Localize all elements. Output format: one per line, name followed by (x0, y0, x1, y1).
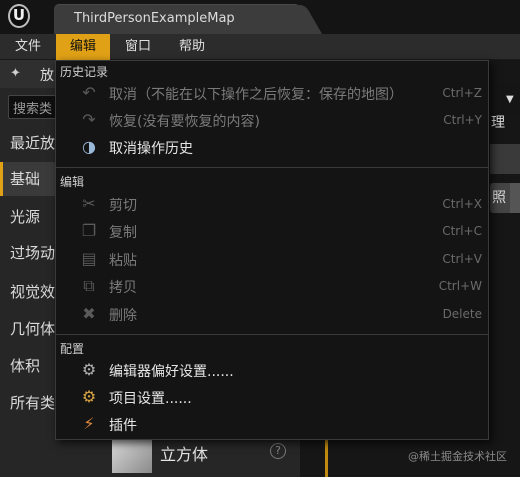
menu-help[interactable]: 帮助 (168, 34, 216, 60)
menu-item-label: 拷贝 (109, 280, 137, 296)
delete-icon: ✖ (82, 304, 96, 323)
divider (56, 334, 488, 335)
divider (56, 167, 488, 168)
menu-item-label: 复制 (109, 225, 137, 241)
watermark: @稀土掘金技术社区 (408, 450, 507, 463)
menu-item-redo[interactable]: ↷ 恢复(没有要恢复的内容) Ctrl+Y (76, 108, 486, 134)
menu-item-label: 删除 (109, 308, 137, 324)
menu-bar: 文件 编辑 窗口 帮助 (0, 34, 520, 60)
toolbar-label: 理 (491, 115, 505, 131)
viewport-button[interactable] (510, 183, 520, 213)
menu-item-label: 编辑器偏好设置...... (109, 364, 234, 380)
menu-item-cut[interactable]: ✂ 剪切 Ctrl+X (76, 192, 486, 218)
menu-item-undo[interactable]: ↶ 取消（不能在以下操作之后恢复：保存的地图） Ctrl+Z (76, 81, 486, 107)
menu-window[interactable]: 窗口 (114, 34, 162, 60)
copy-icon: ❐ (81, 221, 97, 240)
shortcut-label: Ctrl+Y (443, 113, 482, 127)
level-tab-label: ThirdPersonExampleMap (74, 11, 235, 26)
undo-icon: ↶ (82, 83, 96, 102)
menu-item-label: 取消操作历史 (109, 141, 193, 157)
shortcut-label: Ctrl+Z (442, 86, 482, 100)
editor-preferences-icon: ⚙ (81, 360, 97, 379)
menu-item-label: 恢复(没有要恢复的内容) (109, 114, 260, 130)
toolbar-button[interactable] (485, 82, 520, 116)
menu-item-editor-preferences[interactable]: ⚙ 编辑器偏好设置...... (76, 358, 486, 384)
redo-icon: ↷ (82, 110, 96, 129)
section-title-config: 配置 (60, 342, 85, 356)
title-bar: U ThirdPersonExampleMap (0, 0, 520, 34)
menu-item-delete[interactable]: ✖ 删除 Delete (76, 302, 486, 328)
menu-item-label: 项目设置...... (109, 391, 192, 407)
menu-edit[interactable]: 编辑 (56, 34, 110, 60)
unreal-logo-icon[interactable]: U (8, 4, 30, 28)
menu-item-label: 剪切 (109, 198, 137, 214)
menu-item-project-settings[interactable]: ⚙ 项目设置...... (76, 385, 486, 411)
menu-item-label: 粘贴 (109, 253, 137, 269)
menu-item-paste[interactable]: ▤ 粘贴 Ctrl+V (76, 247, 486, 273)
selection-indicator (325, 440, 328, 477)
cube-icon (112, 440, 152, 473)
viewport-tab[interactable] (490, 144, 520, 174)
cut-icon: ✂ (82, 194, 96, 213)
shortcut-label: Ctrl+C (442, 224, 482, 238)
help-icon[interactable]: ? (270, 443, 286, 459)
menu-item-clear-history[interactable]: ◑ 取消操作历史 (76, 135, 486, 161)
level-tab[interactable]: ThirdPersonExampleMap (54, 4, 300, 34)
project-settings-icon: ⚙ (81, 387, 97, 406)
duplicate-icon: ⧉ (83, 276, 95, 295)
shortcut-label: Delete (442, 307, 482, 321)
list-item-label: 立方体 (160, 445, 209, 464)
menu-item-label: 取消（不能在以下操作之后恢复：保存的地图） (109, 87, 403, 103)
menu-item-copy[interactable]: ❐ 复制 Ctrl+C (76, 219, 486, 245)
shortcut-label: Ctrl+X (442, 197, 482, 211)
clear-history-icon: ◑ (82, 137, 96, 156)
paste-icon: ▤ (81, 249, 97, 268)
menu-item-label: 插件 (109, 418, 137, 434)
edit-menu-dropdown: 历史记录 ↶ 取消（不能在以下操作之后恢复：保存的地图） Ctrl+Z ↷ 恢复… (55, 60, 489, 440)
chevron-down-icon: ▼ (506, 94, 514, 105)
menu-item-plugins[interactable]: ⚡ 插件 (76, 412, 486, 438)
menu-item-duplicate[interactable]: ⧉ 拷贝 Ctrl+W (76, 274, 486, 300)
panel-title: 放 (40, 68, 54, 84)
plugins-icon: ⚡ (83, 414, 95, 433)
shortcut-label: Ctrl+V (442, 252, 482, 266)
shortcut-label: Ctrl+W (438, 279, 482, 293)
section-title-history: 历史记录 (60, 65, 109, 79)
place-actors-icon: ✦ (10, 66, 21, 81)
menu-file[interactable]: 文件 (4, 34, 52, 60)
section-title-edit: 编辑 (60, 175, 85, 189)
